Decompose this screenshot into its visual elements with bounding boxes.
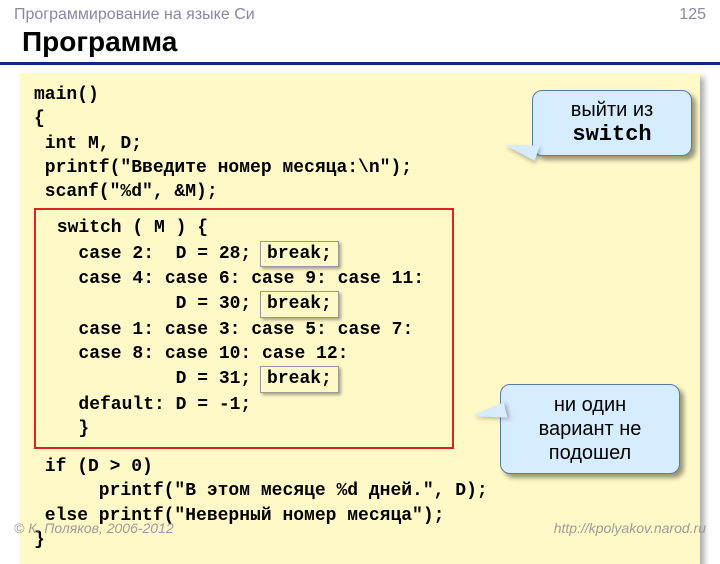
code-line: scanf("%d", &M); (34, 180, 686, 204)
callout-line: вариант не (515, 417, 665, 441)
subject-label: Программирование на языке Си (14, 6, 255, 24)
slide: Программирование на языке Си 125 Програм… (0, 0, 720, 540)
break-chip: break; (260, 291, 339, 317)
callout-line: switch (547, 122, 677, 147)
code-line: } (46, 417, 442, 441)
callout-line: подошел (515, 441, 665, 465)
footer: © К. Поляков, 2006-2012 http://kpolyakov… (0, 520, 720, 536)
callout-exit-switch: выйти из switch (532, 90, 692, 156)
break-chip: break; (260, 366, 339, 392)
callout-default: ни один вариант не подошел (500, 384, 680, 474)
code-line: case 2: D = 28; break; (46, 241, 442, 267)
footer-url: http://kpolyakov.narod.ru (554, 520, 706, 536)
code-line: case 4: case 6: case 9: case 11: (46, 267, 442, 291)
code-line: case 1: case 3: case 5: case 7: (46, 318, 442, 342)
code-line: D = 30; break; (46, 291, 442, 317)
switch-highlight-box: switch ( M ) { case 2: D = 28; break; ca… (34, 208, 454, 449)
break-chip: break; (260, 241, 339, 267)
code-line: case 8: case 10: case 12: (46, 342, 442, 366)
callout-line: выйти из (547, 99, 677, 122)
callout-line: ни один (515, 393, 665, 417)
page-number: 125 (679, 6, 706, 24)
code-line: printf("В этом месяце %d дней.", D); (34, 479, 686, 503)
code-line: default: D = -1; (46, 393, 442, 417)
page-title: Программа (0, 26, 720, 65)
code-line: switch ( M ) { (46, 216, 442, 240)
top-bar: Программирование на языке Си 125 (0, 0, 720, 26)
code-line: printf("Введите номер месяца:\n"); (34, 156, 686, 180)
code-line: D = 31; break; (46, 366, 442, 392)
copyright: © К. Поляков, 2006-2012 (14, 520, 174, 536)
